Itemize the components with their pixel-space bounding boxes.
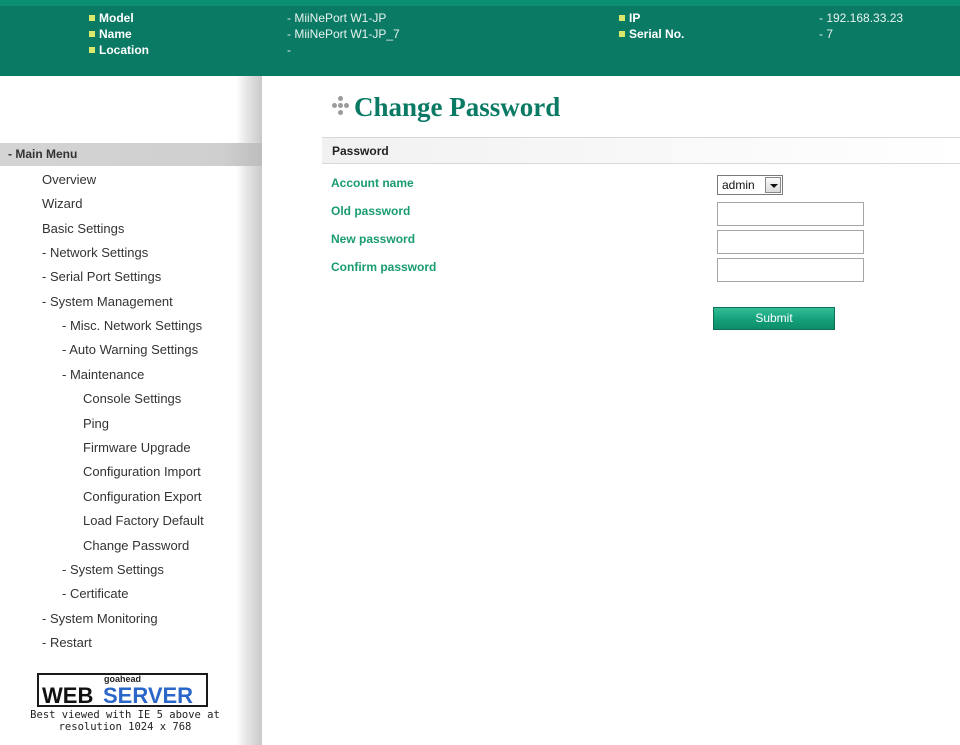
bullet-icon: [89, 31, 95, 37]
menu-system-monitoring[interactable]: - System Monitoring: [42, 611, 158, 627]
old-password-input[interactable]: [717, 202, 864, 226]
menu-system-management[interactable]: - System Management: [42, 294, 173, 310]
name-label: Name: [89, 26, 132, 42]
dropdown-arrow-icon[interactable]: [765, 177, 781, 193]
logo-web-text: WEB: [42, 683, 94, 708]
logo-server-text: SERVER: [103, 683, 194, 708]
title-dots-icon: [330, 95, 350, 115]
menu-change-password[interactable]: Change Password: [83, 538, 189, 554]
menu-auto-warning-settings[interactable]: - Auto Warning Settings: [62, 342, 198, 358]
menu-wizard[interactable]: Wizard: [42, 196, 82, 212]
page-title: Change Password: [330, 92, 560, 123]
bullet-icon: [619, 15, 625, 21]
page-title-text: Change Password: [354, 92, 561, 122]
menu-serial-port-settings[interactable]: - Serial Port Settings: [42, 269, 161, 285]
menu-configuration-import[interactable]: Configuration Import: [83, 464, 201, 480]
model-label: Model: [89, 10, 134, 26]
ip-label: IP: [619, 10, 640, 26]
best-viewed-note: Best viewed with IE 5 above at resolutio…: [0, 709, 250, 733]
submit-button[interactable]: Submit: [713, 307, 835, 330]
menu-console-settings[interactable]: Console Settings: [83, 391, 181, 407]
menu-certificate[interactable]: - Certificate: [62, 586, 128, 602]
bullet-icon: [89, 15, 95, 21]
bullet-icon: [89, 47, 95, 53]
ip-value: - 192.168.33.23: [819, 11, 904, 25]
confirm-password-input[interactable]: [717, 258, 864, 282]
menu-overview[interactable]: Overview: [42, 172, 96, 188]
account-name-select[interactable]: admin: [717, 175, 783, 195]
best-viewed-line-2: resolution 1024 x 768: [58, 721, 192, 733]
menu-system-settings[interactable]: - System Settings: [62, 562, 164, 578]
account-name-selected: admin: [722, 178, 755, 192]
goahead-webserver-logo: goahead WEB SERVER: [37, 673, 208, 708]
menu-network-settings[interactable]: - Network Settings: [42, 245, 148, 261]
menu-maintenance[interactable]: - Maintenance: [62, 367, 144, 383]
main-menu-header[interactable]: - Main Menu: [0, 143, 262, 166]
sidebar: - Main Menu Overview Wizard Basic Settin…: [0, 76, 262, 745]
bullet-icon: [619, 31, 625, 37]
menu-configuration-export[interactable]: Configuration Export: [83, 489, 202, 505]
new-password-input[interactable]: [717, 230, 864, 254]
device-info-header: Model - MiiNePort W1-JP Name - MiiNePort…: [0, 0, 960, 76]
best-viewed-line-1: Best viewed with IE 5 above at: [30, 709, 220, 721]
name-value: - MiiNePort W1-JP_7: [287, 27, 400, 41]
location-value: -: [287, 43, 291, 57]
new-password-label: New password: [331, 232, 416, 246]
confirm-password-label: Confirm password: [331, 260, 437, 274]
menu-firmware-upgrade[interactable]: Firmware Upgrade: [83, 440, 191, 456]
menu-restart[interactable]: - Restart: [42, 635, 92, 651]
menu-basic-settings[interactable]: Basic Settings: [42, 221, 124, 237]
menu-ping[interactable]: Ping: [83, 416, 109, 432]
serial-label: Serial No.: [619, 26, 684, 42]
password-section-header: Password: [322, 137, 960, 164]
section-title: Password: [332, 144, 389, 158]
location-label: Location: [89, 42, 149, 58]
model-value: - MiiNePort W1-JP: [287, 11, 387, 25]
menu-load-factory-default[interactable]: Load Factory Default: [83, 513, 204, 529]
old-password-label: Old password: [331, 204, 411, 218]
sidebar-shadow: [236, 76, 262, 745]
account-name-label: Account name: [331, 176, 414, 190]
serial-value: - 7: [819, 27, 834, 41]
menu-misc-network-settings[interactable]: - Misc. Network Settings: [62, 318, 202, 334]
